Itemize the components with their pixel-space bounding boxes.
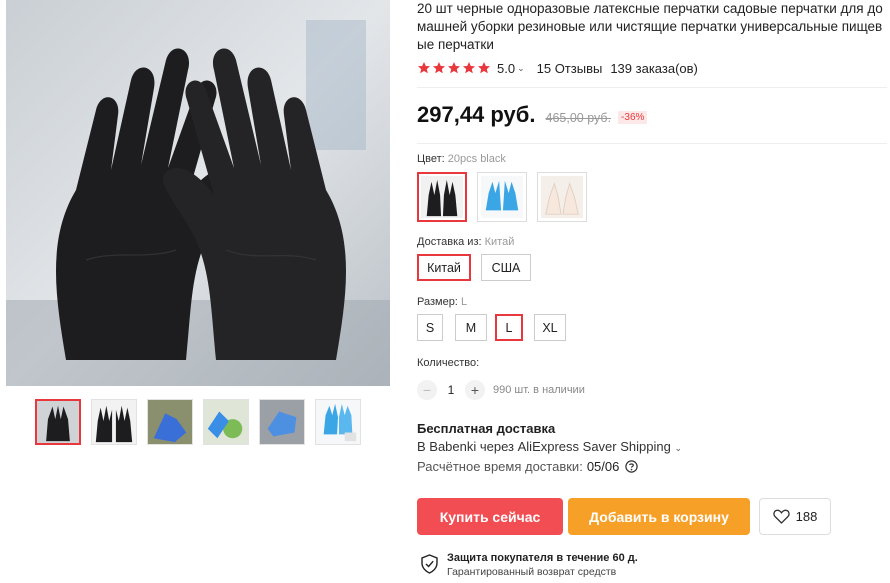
reviews-link[interactable]: 15 Отзывы [537, 61, 603, 76]
white-gloves-swatch [541, 176, 583, 218]
rating-stars[interactable] [417, 61, 491, 75]
star-icon [478, 62, 490, 74]
shipping-method-text: В Babenki через AliExpress Saver Shippin… [417, 439, 671, 454]
star-icon [433, 62, 445, 74]
thumbnail-strip [35, 399, 361, 445]
size-option-l[interactable]: L [495, 314, 523, 341]
old-price: 465,00 руб. [545, 111, 612, 125]
thumbnail-3[interactable] [147, 399, 193, 445]
color-option-blue[interactable] [477, 172, 527, 222]
color-selected-value: 20pcs black [447, 153, 506, 165]
buyer-protection: Защита покупателя в течение 60 д. Гарант… [421, 551, 638, 579]
help-icon[interactable] [625, 460, 639, 473]
thumbnail-2[interactable] [91, 399, 137, 445]
shipping-title: Бесплатная доставка [417, 421, 556, 436]
heart-icon [772, 509, 790, 524]
divider [417, 87, 887, 88]
thumbnail-4[interactable] [203, 399, 249, 445]
blue-gloves-swatch [481, 176, 523, 218]
blue-gloves-thumbnail [316, 400, 360, 444]
black-gloves-thumbnail [92, 400, 136, 444]
shipping-method[interactable]: В Babenki через AliExpress Saver Shippin… [417, 439, 682, 454]
buyer-protection-subtitle: Гарантированный возврат средств [447, 566, 617, 578]
color-label: Цвет: 20pcs black [417, 153, 506, 165]
rating-row: 5.0 ⌄ 15 Отзывы 139 заказа(ов) [417, 58, 887, 78]
chevron-down-icon: ⌄ [674, 443, 682, 453]
add-to-cart-button[interactable]: Добавить в корзину [568, 498, 750, 535]
thumbnail-1[interactable] [35, 399, 81, 445]
buy-now-button[interactable]: Купить сейчас [417, 498, 563, 535]
discount-badge: -36% [618, 111, 648, 124]
delivery-estimate: Расчётное время доставки: 05/06 [417, 459, 639, 474]
black-gloves-thumbnail [37, 401, 79, 443]
quantity-label: Количество: [417, 357, 480, 369]
blue-gloves-thumbnail [148, 400, 192, 444]
color-option-white[interactable] [537, 172, 587, 222]
quantity-minus-button[interactable]: − [417, 380, 437, 400]
color-options [417, 172, 587, 222]
orders-count: 139 заказа(ов) [610, 60, 698, 76]
eta-value: 05/06 [586, 459, 620, 474]
ship-from-option-china[interactable]: Китай [417, 254, 471, 281]
main-product-image[interactable] [6, 0, 390, 386]
black-gloves-swatch [421, 176, 463, 218]
size-label: Размер: L [417, 296, 467, 308]
thumbnail-5[interactable] [259, 399, 305, 445]
blue-gloves-thumbnail [204, 400, 248, 444]
thumbnail-6[interactable] [315, 399, 361, 445]
wishlist-button[interactable]: 188 [759, 498, 831, 535]
quantity-plus-button[interactable]: + [465, 380, 485, 400]
product-title: 20 шт черные одноразовые латексные перча… [417, 1, 883, 52]
divider [417, 143, 887, 144]
current-price: 297,44 руб. [417, 102, 536, 127]
ship-from-option-usa[interactable]: США [481, 254, 531, 281]
price-row: 297,44 руб. 465,00 руб. -36% [417, 102, 648, 128]
eta-label: Расчётное время доставки: [417, 459, 583, 474]
size-selected-value: L [460, 296, 468, 308]
chevron-down-icon[interactable]: ⌄ [517, 63, 525, 74]
star-icon [448, 62, 460, 74]
quantity-value[interactable]: 1 [437, 383, 465, 397]
wishlist-count: 188 [795, 509, 818, 524]
ship-from-selected-value: Китай [484, 236, 515, 248]
color-label-text: Цвет: [417, 153, 445, 165]
star-icon [418, 62, 430, 74]
quantity-stepper: − 1 + 990 шт. в наличии [417, 380, 585, 400]
rating-value: 5.0 [497, 60, 516, 76]
buyer-protection-text: Защита покупателя в течение 60 д. Гарант… [447, 551, 638, 579]
black-gloves-photo [6, 0, 390, 386]
size-option-m[interactable]: M [455, 314, 487, 341]
size-label-text: Размер: [417, 296, 458, 308]
buyer-protection-title: Защита покупателя в течение 60 д. [447, 552, 638, 564]
shield-check-icon [421, 554, 438, 574]
size-option-s[interactable]: S [417, 314, 443, 341]
color-option-black[interactable] [417, 172, 467, 222]
ship-from-label: Доставка из: Китай [417, 236, 514, 248]
ship-from-label-text: Доставка из: [417, 236, 482, 248]
blue-gloves-thumbnail [260, 400, 304, 444]
stock-count: 990 шт. в наличии [493, 384, 585, 396]
product-info: 20 шт черные одноразовые латексные перча… [417, 0, 887, 578]
size-option-xl[interactable]: XL [534, 314, 566, 341]
star-icon [463, 62, 475, 74]
